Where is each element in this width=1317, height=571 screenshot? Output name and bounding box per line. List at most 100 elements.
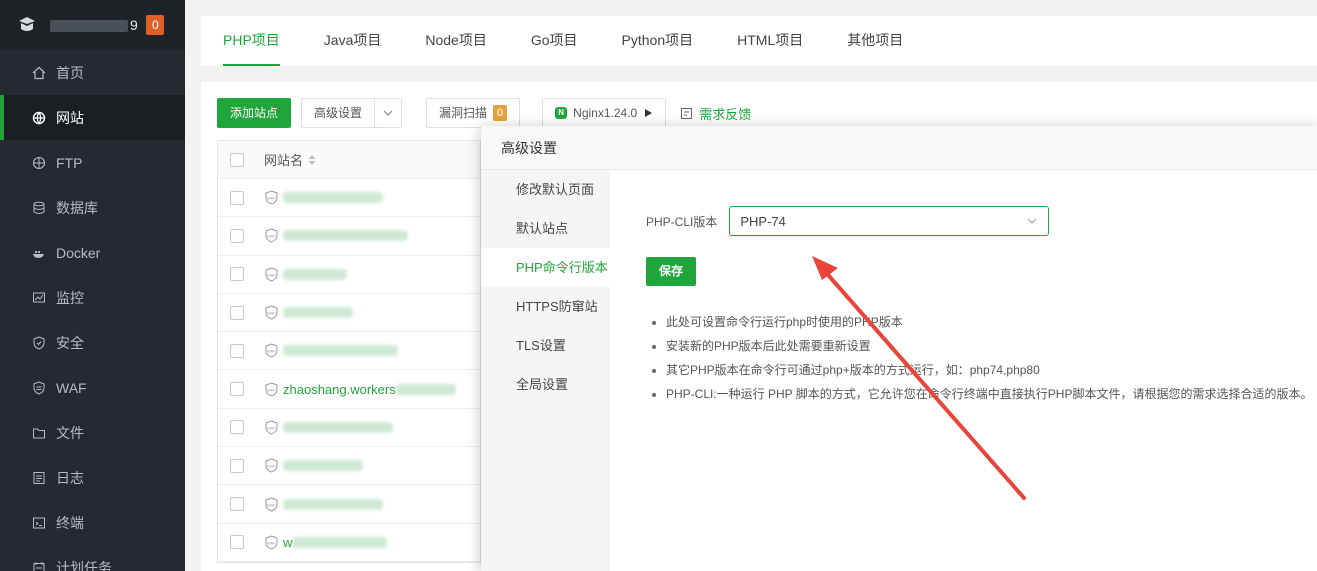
scan-count-badge: 0 <box>493 105 508 121</box>
sidebar-item-label: 首页 <box>56 64 84 81</box>
row-checkbox[interactable] <box>230 305 244 320</box>
tab-0[interactable]: PHP项目 <box>201 16 302 66</box>
svg-text:WAF: WAF <box>267 349 276 354</box>
nginx-icon: N <box>555 107 568 119</box>
row-checkbox[interactable] <box>230 497 244 512</box>
svg-text:WAF: WAF <box>267 272 276 277</box>
feedback-link[interactable]: 需求反馈 <box>680 104 751 123</box>
waf-shield-icon: WAF <box>265 190 278 205</box>
sidebar-item-2[interactable]: FTP <box>0 140 185 185</box>
waf-shield-icon: WAF <box>265 458 278 473</box>
sidebar-item-3[interactable]: 数据库 <box>0 185 185 230</box>
tab-2[interactable]: Node项目 <box>403 16 508 66</box>
database-icon <box>33 201 45 214</box>
dialog-tab-2[interactable]: PHP命令行版本 <box>481 248 610 287</box>
sidebar-item-10[interactable]: 终端 <box>0 500 185 545</box>
redacted-text <box>292 536 388 548</box>
sidebar-item-11[interactable]: 计划任务 <box>0 545 185 571</box>
scan-button[interactable]: 漏洞扫描 0 <box>426 98 521 128</box>
php-cli-field: PHP-CLI版本 PHP-74 <box>646 206 1050 236</box>
cron-icon <box>33 561 45 571</box>
table-row[interactable]: WAF <box>218 447 480 486</box>
table-row[interactable]: WAF <box>218 294 480 333</box>
sidebar-menu: 首页网站 FTP 数据库 Docker 监控 安全 WAF 文件 日志终端计划任务 <box>0 50 185 571</box>
server-header[interactable]: 9 0 <box>0 0 185 50</box>
sidebar: 9 0 首页网站 FTP 数据库 Docker 监控 安全 WAF 文件 日志终端计划任务 <box>0 0 185 571</box>
dialog-title: 高级设置 <box>481 126 1317 170</box>
toolbar: 添加站点 高级设置 漏洞扫描 0 N Nginx1.24.0 需求反馈 <box>217 98 751 128</box>
dialog-sidebar: 修改默认页面 默认站点 PHP命令行版本 HTTPS防窜站 TLS设置 全局设置 <box>481 170 610 571</box>
sidebar-item-4[interactable]: Docker <box>0 230 185 275</box>
chevron-down-icon <box>1027 218 1037 224</box>
table-row[interactable]: WAF <box>218 217 480 256</box>
sidebar-item-label: 网站 <box>56 109 84 126</box>
sidebar-item-7[interactable]: WAF <box>0 365 185 410</box>
docker-icon <box>33 250 44 258</box>
php-cli-select[interactable]: PHP-74 <box>729 206 1050 236</box>
advanced-toggle[interactable] <box>374 98 403 128</box>
advanced-button[interactable]: 高级设置 <box>301 98 375 128</box>
row-checkbox[interactable] <box>230 420 244 435</box>
site-table: 网站名 WAF WAF WAF WAF WAF WAF zhaoshang.workers W… <box>217 140 481 563</box>
sidebar-item-label: 终端 <box>56 514 84 531</box>
sidebar-item-label: 数据库 <box>56 199 98 216</box>
table-row[interactable]: WAF <box>218 179 480 218</box>
advanced-dropdown[interactable]: 高级设置 <box>301 98 403 128</box>
tip-item: 安装新的PHP版本后此处需要重新设置 <box>652 334 1312 358</box>
table-row[interactable]: WAF <box>218 332 480 371</box>
svg-text:WAF: WAF <box>267 387 276 392</box>
column-site-name[interactable]: 网站名 <box>264 150 303 169</box>
sidebar-item-9[interactable]: 日志 <box>0 455 185 500</box>
add-site-button[interactable]: 添加站点 <box>217 98 292 128</box>
tab-1[interactable]: Java项目 <box>302 16 404 66</box>
alert-badge[interactable]: 0 <box>146 15 165 35</box>
waf-shield-icon: WAF <box>265 305 278 320</box>
tab-6[interactable]: 其他项目 <box>825 16 925 66</box>
redacted-text <box>283 192 383 204</box>
sidebar-item-8[interactable]: 文件 <box>0 410 185 455</box>
chevron-down-icon <box>383 110 393 116</box>
select-all-checkbox[interactable] <box>230 152 244 167</box>
dialog-tab-1[interactable]: 默认站点 <box>481 209 610 248</box>
row-checkbox[interactable] <box>230 343 244 358</box>
sidebar-item-0[interactable]: 首页 <box>0 50 185 95</box>
table-row[interactable]: WAF w <box>218 524 480 562</box>
sidebar-item-1[interactable]: 网站 <box>0 95 185 140</box>
advanced-settings-dialog: 高级设置 修改默认页面 默认站点 PHP命令行版本 HTTPS防窜站 TLS设置 全局设置… <box>481 126 1317 571</box>
server-ip: 9 <box>48 17 138 33</box>
table-row[interactable]: WAF zhaoshang.workers <box>218 370 480 409</box>
table-row[interactable]: WAF <box>218 485 480 524</box>
table-row[interactable]: WAF <box>218 256 480 294</box>
row-checkbox[interactable] <box>230 535 244 550</box>
waf-shield-icon: WAF <box>265 267 278 282</box>
sidebar-item-5[interactable]: 监控 <box>0 275 185 320</box>
waf-shield-icon: WAF <box>265 228 278 243</box>
row-checkbox[interactable] <box>230 228 244 243</box>
site-name-link[interactable]: w <box>283 535 292 550</box>
row-checkbox[interactable] <box>230 458 244 473</box>
dialog-tab-3[interactable]: HTTPS防窜站 <box>481 287 610 326</box>
row-checkbox[interactable] <box>230 190 244 205</box>
tab-5[interactable]: HTML项目 <box>715 16 825 66</box>
dialog-tab-5[interactable]: 全局设置 <box>481 365 610 404</box>
dialog-tab-4[interactable]: TLS设置 <box>481 326 610 365</box>
waf-shield-icon: WAF <box>265 535 278 550</box>
table-row[interactable]: WAF <box>218 409 480 448</box>
ip-mask <box>50 20 128 33</box>
row-checkbox[interactable] <box>230 267 244 282</box>
svg-text:WAF: WAF <box>267 234 276 239</box>
sort-icon[interactable] <box>307 154 317 166</box>
svg-text:WAF: WAF <box>267 540 276 545</box>
terminal-icon <box>33 517 45 528</box>
feedback-icon <box>681 107 693 119</box>
row-checkbox[interactable] <box>230 382 244 397</box>
site-name-link[interactable]: zhaoshang.workers <box>283 382 396 397</box>
dialog-tab-0[interactable]: 修改默认页面 <box>481 170 610 209</box>
tab-4[interactable]: Python项目 <box>600 16 716 66</box>
php-cli-selected-value: PHP-74 <box>740 213 786 229</box>
nginx-button[interactable]: N Nginx1.24.0 <box>542 98 667 128</box>
tab-3[interactable]: Go项目 <box>509 16 600 66</box>
table-header: 网站名 <box>218 141 480 179</box>
sidebar-item-6[interactable]: 安全 <box>0 320 185 365</box>
save-button[interactable]: 保存 <box>646 257 696 286</box>
